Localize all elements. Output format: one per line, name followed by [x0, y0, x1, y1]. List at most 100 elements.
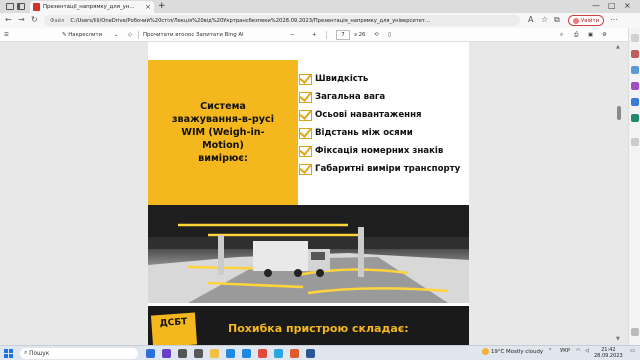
- page-number-input[interactable]: 7: [336, 30, 350, 40]
- telegram-icon[interactable]: [274, 349, 283, 358]
- minimize-button[interactable]: —: [592, 1, 600, 10]
- new-tab-button[interactable]: +: [158, 1, 166, 11]
- vertical-scrollbar[interactable]: ▲ ▼: [616, 44, 622, 342]
- profile-button[interactable]: Увійти: [568, 15, 605, 26]
- edge-sidebar: [628, 28, 640, 345]
- checkbox-icon: [299, 127, 312, 139]
- weather-text: 19°C Mostly cloudy: [491, 348, 544, 355]
- sidebar-outlook-icon[interactable]: [631, 98, 639, 106]
- tab-strip: Презентації_напрямку_для_ун... × + — □ ×: [0, 0, 640, 13]
- scroll-down-icon[interactable]: ▼: [616, 336, 620, 342]
- draw-label: Накреслити: [68, 32, 103, 38]
- url-text: C:/Users/lili/OneDrive/Робочий%20стіл/Ле…: [70, 17, 430, 24]
- notification-icon[interactable]: ▭: [630, 348, 635, 354]
- widgets-icon[interactable]: [178, 349, 187, 358]
- refresh-icon[interactable]: ↻: [31, 15, 38, 24]
- file-explorer-icon[interactable]: [210, 349, 219, 358]
- checkbox-icon: [299, 109, 312, 121]
- sidebar-search-icon[interactable]: [631, 34, 639, 42]
- collections-icon[interactable]: ⧉: [554, 15, 560, 25]
- sun-icon: [482, 348, 489, 355]
- wim-truck-photo: [148, 205, 469, 303]
- workspaces-icon[interactable]: [6, 3, 14, 10]
- sidebar-add-icon[interactable]: [631, 138, 639, 146]
- scroll-up-icon[interactable]: ▲: [616, 44, 620, 50]
- lang-indicator[interactable]: УКР: [560, 348, 570, 354]
- start-icon[interactable]: [4, 349, 13, 358]
- word-icon[interactable]: [306, 349, 315, 358]
- tab-actions-icon[interactable]: [17, 3, 25, 10]
- pdf-toolbar: ☰ ✎ Накреслити ⌄ ◇ Прочитати вголос Запи…: [0, 28, 628, 42]
- eraser-icon[interactable]: ◇: [128, 30, 132, 40]
- pdf-print-icon[interactable]: ⎙: [574, 30, 578, 40]
- page-total: з 26: [354, 32, 366, 38]
- address-bar-row: ← → ↻ Файл C:/Users/lili/OneDrive/Робочи…: [0, 13, 640, 28]
- pdf-settings-icon[interactable]: ⚙: [602, 30, 607, 40]
- zoom-in-button[interactable]: +: [312, 30, 317, 40]
- rotate-icon[interactable]: ⟲: [374, 30, 379, 40]
- checkbox-icon: [299, 91, 312, 103]
- sidebar-tools-icon[interactable]: [631, 50, 639, 58]
- teams-icon[interactable]: [162, 349, 171, 358]
- weather-widget[interactable]: 19°C Mostly cloudy: [482, 348, 543, 355]
- list-item: Габаритні виміри транспорту: [299, 160, 460, 178]
- checkbox-icon: [299, 73, 312, 85]
- sidebar-games-icon[interactable]: [631, 66, 639, 74]
- list-item: Швидкість: [299, 70, 460, 88]
- avatar: [573, 17, 579, 24]
- profile-label: Увійти: [581, 17, 600, 24]
- pdf-page: Система зважування-в-русі WIM (Weigh-in-…: [148, 42, 469, 345]
- back-icon[interactable]: ←: [5, 15, 12, 24]
- search-placeholder: Пошук: [29, 350, 50, 357]
- sidebar-settings-icon[interactable]: [631, 328, 639, 336]
- divider: [326, 31, 327, 39]
- measurement-list: Швидкість Загальна вага Осьові навантаже…: [299, 70, 460, 178]
- taskbar-search-input[interactable]: ⌕ Пошук: [20, 348, 138, 359]
- edge-icon[interactable]: [226, 349, 235, 358]
- list-item: Фіксація номерних знаків: [299, 142, 460, 160]
- slide2-title: Похибка пристрою складає:: [228, 322, 409, 335]
- network-icon[interactable]: ◠: [576, 348, 581, 354]
- ask-bing-button[interactable]: Запитати Bing AI: [196, 30, 244, 40]
- taskbar-clock[interactable]: 21:42 28.09.2023: [594, 347, 623, 359]
- list-item: Загальна вага: [299, 88, 460, 106]
- divider: [138, 31, 139, 39]
- browser-tab[interactable]: Презентації_напрямку_для_ун... ×: [30, 1, 154, 13]
- ask-bing-label: Запитати Bing AI: [196, 32, 244, 38]
- url-field[interactable]: Файл C:/Users/lili/OneDrive/Робочий%20ст…: [44, 15, 520, 26]
- opera-icon[interactable]: [258, 349, 267, 358]
- pdf-viewer[interactable]: Система зважування-в-русі WIM (Weigh-in-…: [0, 42, 628, 345]
- windows-taskbar: ⌕ Пошук 19°C Mostly cloudy ⌃ УКР ◠ ◁ 21:…: [0, 345, 640, 360]
- tray-chevron-icon[interactable]: ⌃: [548, 348, 552, 354]
- checkbox-icon: [299, 145, 312, 157]
- slide-accuracy: ДСБТ Похибка пристрою складає:: [148, 306, 469, 345]
- draw-button[interactable]: ✎ Накреслити: [62, 30, 102, 40]
- volume-icon[interactable]: ◁: [585, 348, 589, 354]
- pen-options-icon[interactable]: ⌄: [114, 30, 119, 40]
- favorite-icon[interactable]: ☆: [541, 15, 548, 24]
- sidebar-office-icon[interactable]: [631, 82, 639, 90]
- forward-icon[interactable]: →: [18, 15, 25, 24]
- pdf-save-icon[interactable]: ▣: [588, 30, 593, 40]
- scrollbar-thumb[interactable]: [617, 106, 621, 120]
- page-view-icon[interactable]: ▯: [388, 30, 391, 40]
- tab-close-icon[interactable]: ×: [145, 3, 151, 11]
- sidebar-designer-icon[interactable]: [631, 114, 639, 122]
- more-menu-icon[interactable]: ⋯: [610, 15, 618, 24]
- powerpoint-icon[interactable]: [290, 349, 299, 358]
- read-aloud-button[interactable]: Прочитати вголос: [143, 30, 194, 40]
- app-icon[interactable]: [194, 349, 203, 358]
- zoom-out-button[interactable]: −: [290, 30, 295, 40]
- read-aloud-icon[interactable]: A: [528, 15, 533, 24]
- list-item: Осьові навантаження: [299, 106, 460, 124]
- slide-heading-box: Система зважування-в-русі WIM (Weigh-in-…: [148, 60, 298, 205]
- contents-icon[interactable]: ☰: [4, 30, 9, 40]
- maximize-button[interactable]: □: [608, 1, 616, 10]
- close-window-button[interactable]: ×: [624, 1, 631, 10]
- slide-wim: Система зважування-в-русі WIM (Weigh-in-…: [148, 60, 469, 205]
- store-icon[interactable]: [242, 349, 251, 358]
- file-label: Файл: [50, 17, 65, 24]
- task-view-icon[interactable]: [146, 349, 155, 358]
- pdf-search-icon[interactable]: ⌕: [560, 30, 563, 40]
- read-aloud-label: Прочитати вголос: [143, 32, 195, 38]
